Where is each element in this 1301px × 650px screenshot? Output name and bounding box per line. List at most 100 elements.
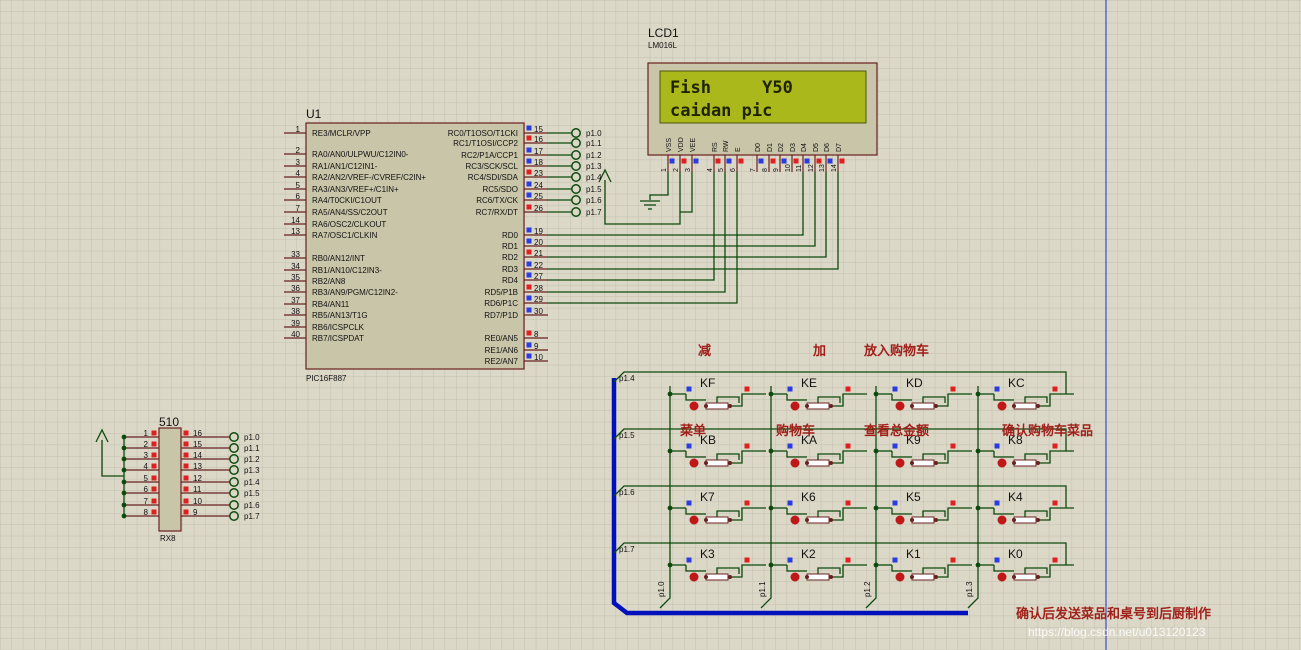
lcd-pin-name: VEE xyxy=(690,138,697,152)
lcd-pin-name: VDD xyxy=(678,137,685,152)
key-contact-dot xyxy=(829,461,833,465)
annotation-cart: 购物车 xyxy=(776,423,815,439)
lcd-pin-number: 6 xyxy=(730,168,737,172)
mcu-pin-name: RD1 xyxy=(502,242,519,251)
key-contact-dot xyxy=(829,518,833,522)
key-label: KF xyxy=(700,376,715,390)
key-pin-state xyxy=(950,500,956,506)
annotation-confirm-cart: 确认购物车菜品 xyxy=(1002,423,1093,439)
mcu-pin-state xyxy=(526,249,532,255)
schematic-canvas[interactable]: U1 PIC16F887 1 RE3/MCLR/VPP 2 RA0/AN0/ULPWU… xyxy=(0,0,1301,650)
key-button-icon[interactable] xyxy=(895,515,905,525)
mcu-pin-state xyxy=(526,158,532,164)
key-contact-dot xyxy=(728,575,732,579)
lcd-pin-number: 3 xyxy=(685,168,692,172)
rpack-pin-number: 6 xyxy=(144,485,149,494)
key-pin-state xyxy=(845,500,851,506)
mcu-pin-number: 30 xyxy=(534,307,543,316)
mcu-pin-name: RC6/TX/CK xyxy=(476,196,518,205)
key-pin-state xyxy=(787,557,793,563)
mcu-pin-name: RA6/OSC2/CLKOUT xyxy=(312,220,386,229)
key-label: K1 xyxy=(906,547,921,561)
key-contact-dot xyxy=(934,461,938,465)
key-button-icon[interactable] xyxy=(790,458,800,468)
key-button-icon[interactable] xyxy=(790,572,800,582)
rpack-pin-state xyxy=(183,486,189,492)
mcu-pin-number: 13 xyxy=(291,227,300,236)
lcd-pin-name: VSS xyxy=(666,138,673,152)
key-button-icon[interactable] xyxy=(689,515,699,525)
rpack-pin-number: 8 xyxy=(144,508,149,517)
key-button-icon[interactable] xyxy=(689,572,699,582)
net-label-p1.4: p1.4 xyxy=(586,173,602,182)
key-actuator xyxy=(1013,516,1037,524)
lcd-pin-state xyxy=(726,158,732,164)
mcu-pin-number: 38 xyxy=(291,307,300,316)
key-button-icon[interactable] xyxy=(689,458,699,468)
key-pin-state xyxy=(994,386,1000,392)
key-contact-dot xyxy=(1012,518,1016,522)
mcu-pin-number: 10 xyxy=(534,353,543,362)
mcu-pin-state xyxy=(526,192,532,198)
mcu-pin-name: RA0/AN0/ULPWU/C12IN0- xyxy=(312,150,409,159)
mcu-pin-number: 19 xyxy=(534,227,543,236)
rpack-pin-state xyxy=(183,463,189,469)
mcu-pin-name: RB2/AN8 xyxy=(312,277,346,286)
rpack-pin-number: 11 xyxy=(193,485,202,494)
mcu-pin-number: 35 xyxy=(291,273,300,282)
key-button-icon[interactable] xyxy=(689,401,699,411)
junction-dot xyxy=(768,505,774,511)
key-contact-dot xyxy=(704,461,708,465)
lcd-pin-number: 11 xyxy=(796,165,803,172)
mcu-pin-name: RD0 xyxy=(502,231,519,240)
key-button-icon[interactable] xyxy=(997,515,1007,525)
mcu-pin-name: RE3/MCLR/VPP xyxy=(312,129,371,138)
key-button-icon[interactable] xyxy=(895,401,905,411)
key-button-icon[interactable] xyxy=(997,572,1007,582)
lcd-pin-state xyxy=(715,158,721,164)
lcd-pin-state xyxy=(693,158,699,164)
net-label-p1.3: p1.3 xyxy=(244,466,260,475)
net-label-p1.6: p1.6 xyxy=(244,501,260,510)
key-button-icon[interactable] xyxy=(895,572,905,582)
mcu-pin-number: 33 xyxy=(291,250,300,259)
key-pin-state xyxy=(950,443,956,449)
key-button-icon[interactable] xyxy=(997,401,1007,411)
rpack-pin-number: 5 xyxy=(144,474,149,483)
key-actuator xyxy=(806,516,830,524)
mcu-pin-state xyxy=(526,135,532,141)
mcu-pin-name: RC5/SDO xyxy=(482,185,518,194)
key-label: K5 xyxy=(906,490,921,504)
col-net-label-p1.1: p1.1 xyxy=(758,581,767,597)
mcu-pin-number: 26 xyxy=(534,204,543,213)
mcu-pin-number: 25 xyxy=(534,192,543,201)
key-button-icon[interactable] xyxy=(790,401,800,411)
annotation-minus: 减 xyxy=(698,343,711,359)
rpack-pin-state xyxy=(151,486,157,492)
col-net-label-p1.2: p1.2 xyxy=(863,581,872,597)
junction-dot xyxy=(873,448,879,454)
lcd-ref: LCD1 xyxy=(648,26,679,40)
lcd-pin-name: D5 xyxy=(813,143,820,152)
mcu-pin-state xyxy=(526,342,532,348)
key-button-icon[interactable] xyxy=(790,515,800,525)
mcu-pin-name: RC2/P1A/CCP1 xyxy=(461,151,518,160)
key-contact-dot xyxy=(728,518,732,522)
mcu-pin-name: RB7/ICSPDAT xyxy=(312,334,364,343)
junction-dot xyxy=(667,391,673,397)
key-contact-dot xyxy=(728,461,732,465)
mcu-pin-number: 15 xyxy=(534,125,543,134)
key-pin-state xyxy=(686,443,692,449)
lcd-pin-name: RS xyxy=(712,142,719,152)
mcu-pin-state xyxy=(526,295,532,301)
lcd-pin-state xyxy=(839,158,845,164)
key-contact-dot xyxy=(704,518,708,522)
key-button-icon[interactable] xyxy=(997,458,1007,468)
key-button-icon[interactable] xyxy=(895,458,905,468)
key-pin-state xyxy=(1052,386,1058,392)
mcu-pin-number: 27 xyxy=(534,272,543,281)
mcu-pin-name: RB3/AN9/PGM/C12IN2- xyxy=(312,288,398,297)
key-contact-dot xyxy=(910,461,914,465)
lcd-pin-name: D0 xyxy=(755,143,762,152)
mcu-pin-number: 37 xyxy=(291,296,300,305)
